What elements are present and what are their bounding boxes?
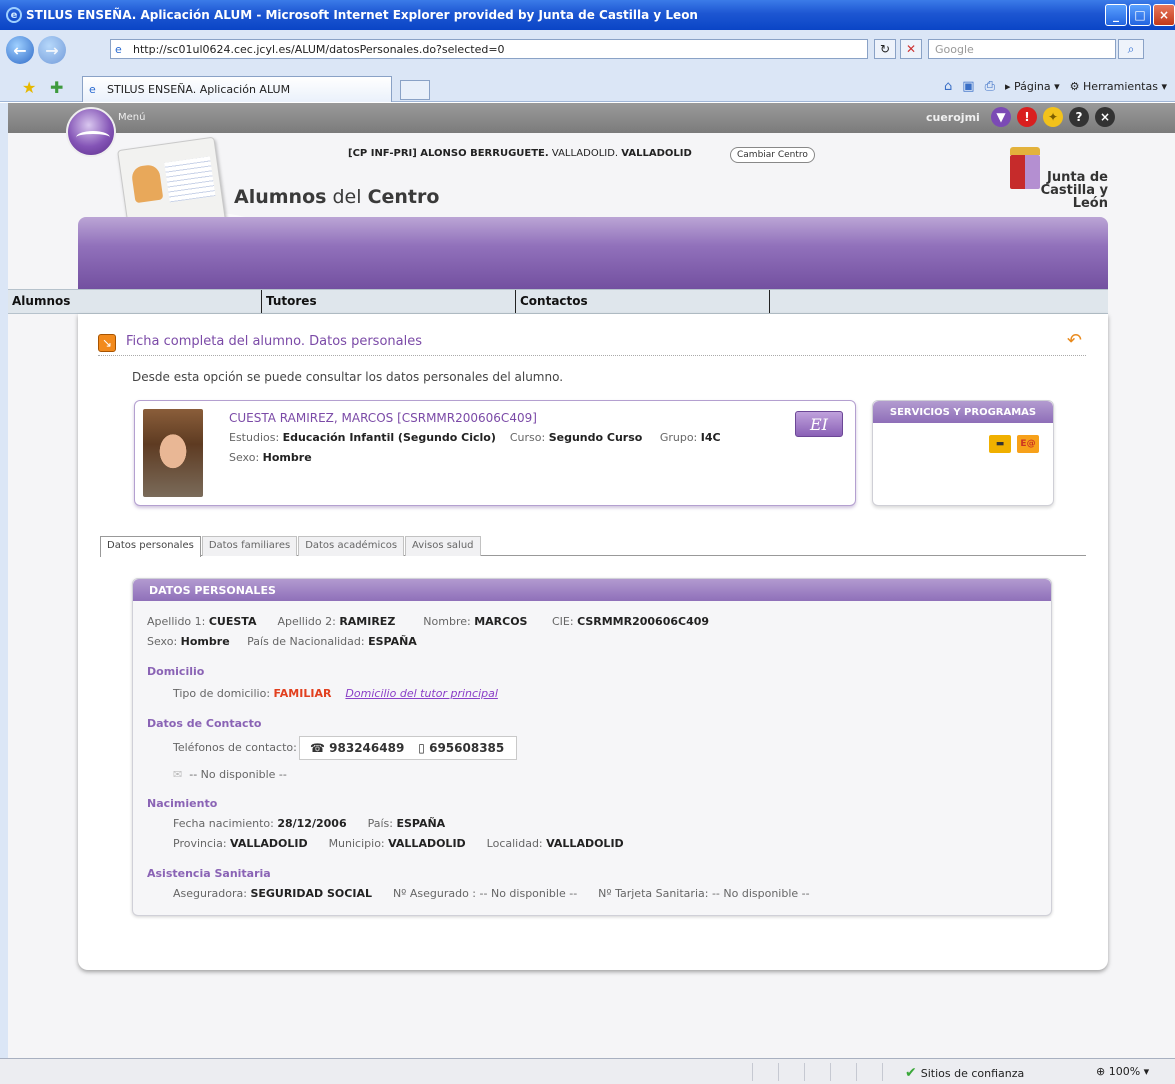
close-button[interactable]: × [1153, 4, 1175, 26]
address-field[interactable]: e http://sc01ul0624.cec.jcyl.es/ALUM/dat… [110, 39, 868, 59]
health-row: Aseguradora: SEGURIDAD SOCIAL Nº Asegura… [173, 887, 810, 900]
refresh-button[interactable]: ↻ [874, 39, 896, 59]
menu-ball-icon[interactable] [66, 107, 116, 157]
services-title: SERVICIOS Y PROGRAMAS [873, 401, 1053, 423]
section-arrow-icon: ↘ [98, 334, 116, 352]
student-summary-card: CUESTA RAMIREZ, MARCOS [CSRMMR200606C409… [134, 400, 856, 506]
current-centre: [CP INF-PRI] ALONSO BERRUGUETE. VALLADOL… [348, 148, 692, 159]
phones-label: Teléfonos de contacto: [173, 741, 297, 754]
personal-data-box: DATOS PERSONALES Apellido 1: CUESTA Apel… [132, 578, 1052, 916]
zoom-icon: ⊕ [1096, 1065, 1106, 1078]
tab-datos-academicos[interactable]: Datos académicos [298, 536, 405, 556]
birth-title: Nacimiento [147, 797, 218, 810]
home-icon[interactable]: ⌂ [944, 79, 952, 94]
app-title: Alumnos del Centro [234, 186, 440, 208]
services-icons: ▬ E@ [989, 435, 1039, 453]
birth-place-row: Provincia: VALLADOLID Municipio: VALLADO… [173, 837, 624, 850]
tools-menu[interactable]: ⚙ Herramientas ▾ [1070, 80, 1167, 93]
section-title: Ficha completa del alumno. Datos persona… [126, 334, 422, 349]
feeds-icon[interactable]: ▣ [962, 79, 974, 94]
landline-phone: ☎ 983246489 [310, 741, 405, 755]
add-favorite-icon[interactable]: ✚ [50, 78, 63, 97]
back-button[interactable]: ← [6, 36, 34, 64]
personal-data-header: DATOS PERSONALES [133, 579, 1051, 601]
maximize-button[interactable]: □ [1129, 4, 1151, 26]
domicile-title: Domicilio [147, 665, 205, 678]
email-row: ✉ -- No disponible -- [173, 768, 287, 781]
student-studies: Estudios: Educación Infantil (Segundo Ci… [229, 431, 721, 444]
window-controls: _ □ × [1105, 4, 1175, 26]
tab-avisos-salud[interactable]: Avisos salud [405, 536, 481, 556]
status-bar: ✔ Sitios de confianza ⊕ 100% ▾ [0, 1058, 1175, 1084]
browser-tab-active[interactable]: e STILUS ENSEÑA. Aplicación ALUM [82, 76, 392, 102]
mobile-icon: ▯ [418, 741, 425, 755]
section-header: ↘ Ficha completa del alumno. Datos perso… [98, 330, 1086, 356]
student-photo [143, 409, 203, 497]
phone-icon: ☎ [310, 741, 325, 755]
print-icon[interactable]: ⎙ [985, 79, 995, 94]
page-menu[interactable]: ▸ Página ▾ [1005, 80, 1060, 93]
main-menu: Alumnos Tutores Contactos [8, 289, 1108, 314]
email-icon: ✉ [173, 768, 183, 781]
check-icon: ✔ [905, 1065, 917, 1081]
ie-logo-icon: e [6, 7, 22, 23]
favorites-star-icon[interactable]: ★ [22, 78, 36, 97]
search-input[interactable]: Google [928, 39, 1116, 59]
back-arrow-icon[interactable]: ↶ [1067, 330, 1082, 351]
alert-icon[interactable]: ! [1017, 107, 1037, 127]
search-icon[interactable]: ⌕ [1118, 39, 1144, 59]
services-box: SERVICIOS Y PROGRAMAS ▬ E@ [872, 400, 1054, 506]
school-bus-icon[interactable]: ▬ [989, 435, 1011, 453]
top-icons: ▼ ! ✦ ? × [991, 107, 1115, 127]
junta-logo: Junta de Castilla y León [1008, 145, 1108, 210]
security-zone[interactable]: ✔ Sitios de confianza [905, 1065, 1024, 1081]
change-centre-button[interactable]: Cambiar Centro [730, 147, 815, 163]
menu-label[interactable]: Menú [118, 112, 145, 123]
education-level-badge[interactable]: EI [795, 411, 843, 437]
command-bar: ⌂ ▣ ⎙ ▸ Página ▾ ⚙ Herramientas ▾ [944, 79, 1167, 94]
mobile-phone: ▯ 695608385 [418, 741, 505, 755]
url-text: http://sc01ul0624.cec.jcyl.es/ALUM/datos… [133, 42, 505, 56]
main-menu-alumnos[interactable]: Alumnos [8, 290, 262, 313]
names-row: Apellido 1: CUESTA Apellido 2: RAMIREZ N… [147, 615, 710, 628]
tab-bar: ★ ✚ e STILUS ENSEÑA. Aplicación ALUM ⌂ ▣… [0, 72, 1175, 102]
username: cuerojmi [926, 111, 980, 124]
window-titlebar: e STILUS ENSEÑA. Aplicación ALUM - Micro… [0, 0, 1175, 30]
window-left-edge [0, 103, 8, 1058]
download-icon[interactable]: ▼ [991, 107, 1011, 127]
forward-button[interactable]: → [38, 36, 66, 64]
student-name: CUESTA RAMIREZ, MARCOS [CSRMMR200606C409… [229, 411, 537, 425]
stop-button[interactable]: ✕ [900, 39, 922, 59]
lightbulb-icon[interactable]: ✦ [1043, 107, 1063, 127]
help-icon[interactable]: ? [1069, 107, 1089, 127]
sex-nationality-row: Sexo: Hombre País de Nacionalidad: ESPAÑ… [147, 635, 417, 648]
search-placeholder: Google [935, 42, 974, 56]
main-menu-tutores[interactable]: Tutores [262, 290, 516, 313]
content-panel: ↘ Ficha completa del alumno. Datos perso… [78, 314, 1108, 970]
zoom-level[interactable]: ⊕ 100% ▾ [1096, 1065, 1149, 1078]
health-title: Asistencia Sanitaria [147, 867, 271, 880]
contact-title: Datos de Contacto [147, 717, 262, 730]
tab-datos-personales[interactable]: Datos personales [100, 536, 201, 557]
student-sex: Sexo: Hombre [229, 451, 312, 464]
phones-box: ☎ 983246489 ▯ 695608385 [299, 736, 517, 760]
domicile-row: Tipo de domicilio: FAMILIAR Domicilio de… [173, 687, 498, 700]
window-title: STILUS ENSEÑA. Aplicación ALUM - Microso… [26, 8, 698, 22]
main-menu-contactos[interactable]: Contactos [516, 290, 770, 313]
tab-page-icon: e [89, 83, 96, 96]
minimize-button[interactable]: _ [1105, 4, 1127, 26]
header-band [78, 217, 1108, 289]
tutor-domicile-link[interactable]: Domicilio del tutor principal [345, 687, 497, 700]
tab-datos-familiares[interactable]: Datos familiares [201, 536, 298, 556]
address-toolbar: ← → e http://sc01ul0624.cec.jcyl.es/ALUM… [0, 30, 1175, 74]
tab-title: STILUS ENSEÑA. Aplicación ALUM [107, 83, 291, 96]
intro-text: Desde esta opción se puede consultar los… [132, 370, 564, 384]
exit-icon[interactable]: × [1095, 107, 1115, 127]
page-icon: e [115, 43, 122, 56]
new-tab-button[interactable] [400, 80, 430, 100]
detail-tabs: Datos personales Datos familiares Datos … [100, 536, 1086, 557]
birth-row: Fecha nacimiento: 28/12/2006 País: ESPAÑ… [173, 817, 446, 830]
education-program-icon[interactable]: E@ [1017, 435, 1039, 453]
app-area: Menú cuerojmi ▼ ! ✦ ? × [CP INF-PRI] ALO… [8, 103, 1175, 1058]
